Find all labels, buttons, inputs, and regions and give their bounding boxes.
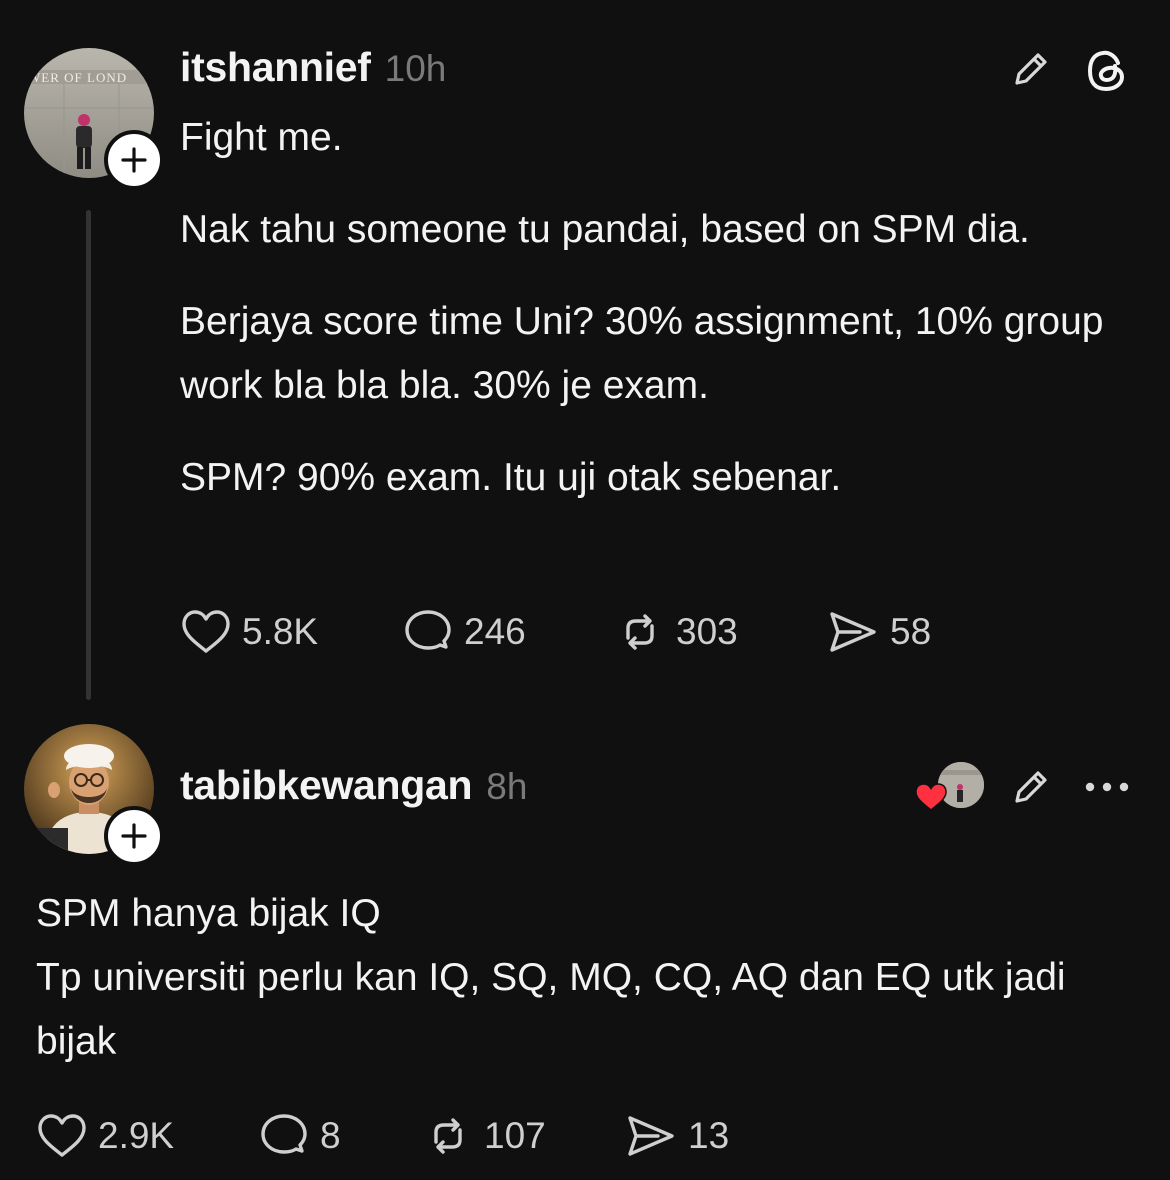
share-button[interactable]: 13 [624,1112,729,1160]
edit-button[interactable] [1006,762,1056,812]
repost-button[interactable]: 107 [422,1112,624,1160]
comment-icon [261,1114,307,1154]
post-actions: 5.8K 246 303 58 [180,606,931,658]
comment-icon [405,610,451,650]
share-button[interactable]: 58 [826,608,931,656]
repost-icon [434,1118,462,1154]
send-icon [628,1116,674,1156]
post-line: SPM hanya bijak IQ [36,892,381,935]
reply-count: 8 [320,1115,341,1156]
post-body: Fight me. Nak tahu someone tu pandai, ba… [180,106,1140,510]
timestamp[interactable]: 10h [385,48,447,90]
reply-button[interactable]: 8 [258,1111,422,1161]
plus-icon [121,147,147,173]
post-line: Tp universiti perlu kan IQ, SQ, MQ, CQ, … [36,956,1066,1063]
follow-button[interactable] [104,130,164,190]
like-button[interactable]: 2.9K [36,1112,258,1160]
thread-line [86,210,91,700]
repost-icon [626,614,654,650]
heart-icon [182,610,230,653]
more-options-button[interactable] [1082,764,1132,810]
timestamp[interactable]: 8h [486,766,527,808]
username[interactable]: itshannief [180,44,371,91]
plus-icon [121,823,147,849]
repost-count: 107 [484,1115,546,1156]
reply-count: 246 [464,611,526,652]
post-header: tabibkewangan 8h [180,762,527,809]
repost-button[interactable]: 303 [614,608,826,656]
edit-icon [1015,771,1047,803]
post-header: itshannief 10h [180,44,446,91]
reply-button[interactable]: 246 [402,607,614,657]
edit-icon [1015,53,1047,85]
share-count: 58 [890,611,932,652]
post-body: SPM hanya bijak IQ Tp universiti perlu k… [36,882,1146,1074]
threads-logo-icon [1087,50,1125,92]
heart-icon [915,783,947,811]
share-count: 13 [688,1115,730,1156]
post-paragraph: Fight me. [180,116,343,159]
post-paragraph: Berjaya score time Uni? 30% assignment, … [180,300,1104,407]
more-icon [1085,782,1129,792]
avatar-sign-text: WER OF LOND [28,70,128,85]
like-button[interactable]: 5.8K [180,608,402,656]
edit-button[interactable] [1006,44,1056,94]
threads-logo-button[interactable] [1082,46,1132,96]
username[interactable]: tabibkewangan [180,762,473,809]
heart-icon [38,1114,86,1157]
post-actions: 2.9K 8 107 13 [36,1110,729,1162]
post-paragraph: Nak tahu someone tu pandai, based on SPM… [180,208,1030,251]
follow-button[interactable] [104,806,164,866]
send-icon [830,612,876,652]
like-count: 2.9K [98,1115,175,1156]
liked-by-author-indicator [914,760,986,811]
like-count: 5.8K [242,611,319,652]
repost-count: 303 [676,611,738,652]
post-paragraph: SPM? 90% exam. Itu uji otak sebenar. [180,456,842,499]
